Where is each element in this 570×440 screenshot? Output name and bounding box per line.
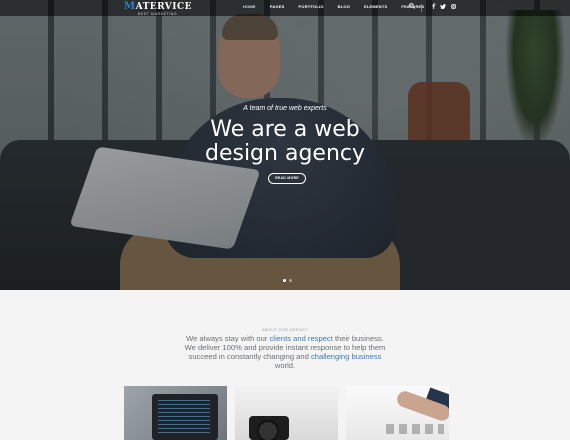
instagram-icon[interactable] — [448, 3, 458, 12]
hero-subtitle: A team of true web experts — [243, 105, 327, 112]
hero-title-line-1: We are a web — [210, 117, 360, 142]
logo-tagline: BEST MARKETING — [138, 12, 178, 16]
about-text: We always stay with our clients and resp… — [180, 334, 390, 370]
feature-card-laptop[interactable] — [124, 386, 227, 440]
facebook-icon[interactable] — [428, 3, 438, 12]
feature-card-sketch[interactable] — [346, 386, 449, 440]
code-screen-photo — [158, 400, 210, 434]
menu-item-blog[interactable]: BLOG — [338, 4, 350, 10]
menu-item-pages[interactable]: PAGES — [270, 4, 285, 10]
menu-item-home[interactable]: HOME — [243, 4, 256, 10]
nav-icons — [407, 3, 458, 12]
read-more-button[interactable]: READ MORE — [268, 173, 306, 184]
hero-slider: A team of true web experts We are a web … — [0, 0, 570, 290]
menu-item-portfolio[interactable]: PORTFOLIO — [299, 4, 324, 10]
about-text-part-1: We always stay with our — [186, 334, 270, 343]
about-section-label: ABOUT OUR AGENCY — [261, 327, 309, 332]
logo[interactable]: MATERVICE BEST MARKETING — [124, 2, 192, 17]
about-highlight-1: clients and respect — [269, 334, 333, 343]
slider-pagination — [283, 279, 292, 282]
hero-title: We are a web design agency — [0, 118, 570, 166]
menu-item-elements[interactable]: ELEMENTS — [364, 4, 387, 10]
search-icon[interactable] — [407, 3, 417, 12]
logo-wordmark: MATERVICE — [124, 2, 192, 12]
logo-letter: M — [124, 1, 136, 12]
about-text-part-3: world. — [274, 361, 296, 370]
slide-dot-1[interactable] — [283, 279, 286, 282]
sketch-photo — [386, 424, 444, 434]
about-highlight-2: challenging business — [310, 352, 382, 361]
feature-card-camera[interactable] — [235, 386, 338, 440]
slide-dot-2[interactable] — [289, 279, 292, 282]
hero-title-line-2: design agency — [204, 141, 365, 166]
camera-lens-photo — [257, 420, 279, 440]
nav-divider — [421, 3, 422, 12]
logo-name: ATERVICE — [135, 2, 193, 12]
twitter-icon[interactable] — [438, 3, 448, 12]
top-navbar: MATERVICE BEST MARKETING HOME PAGES PORT… — [0, 0, 570, 16]
